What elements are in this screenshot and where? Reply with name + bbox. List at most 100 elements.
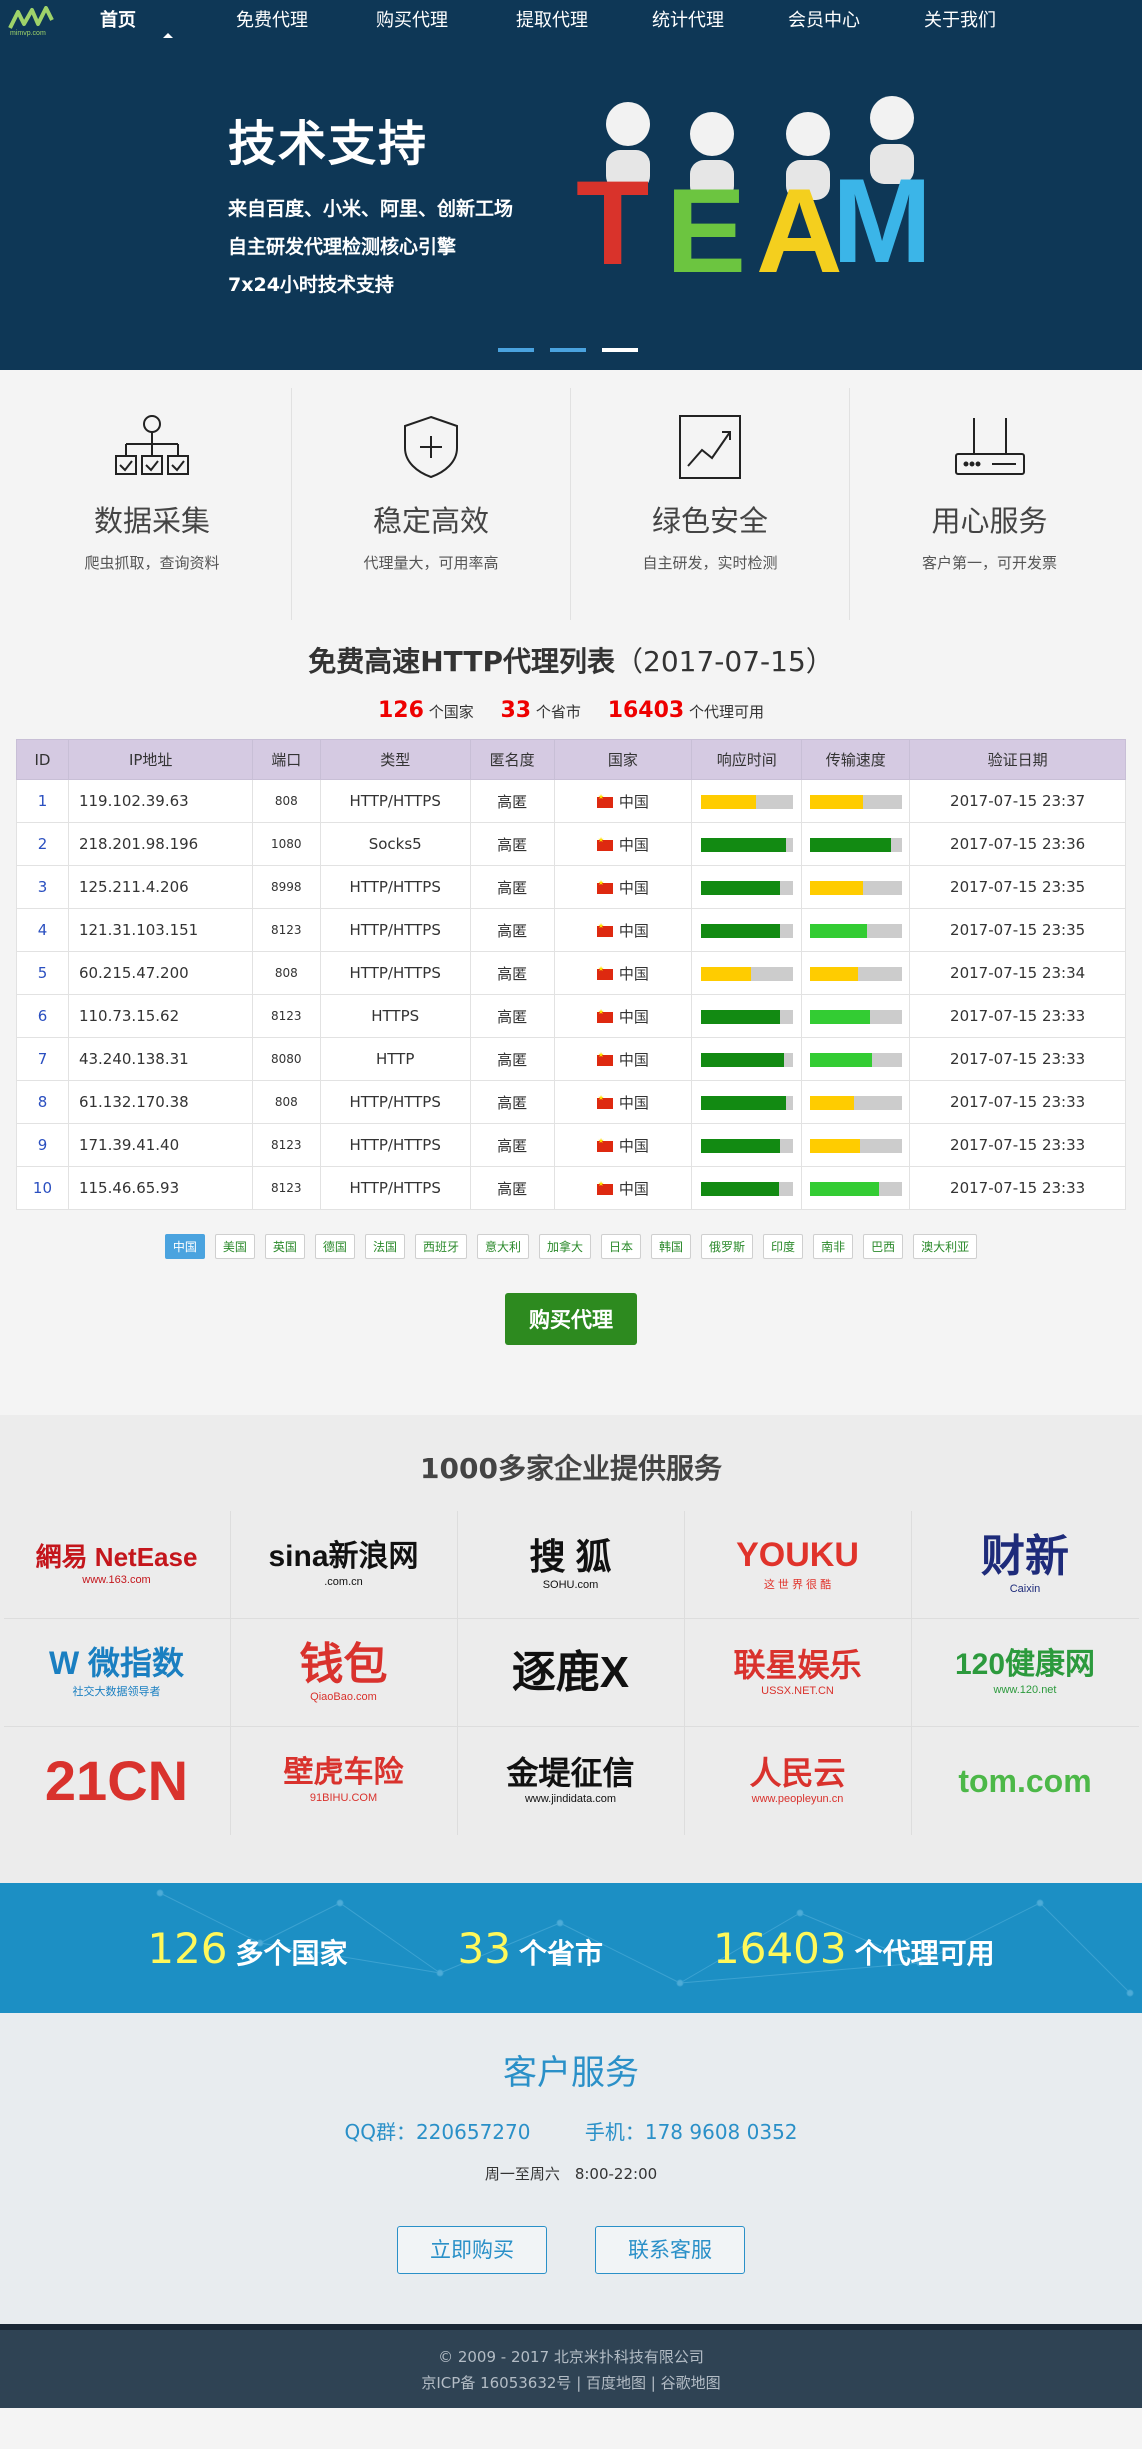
partner-logo[interactable]: 網易 NetEase www.163.com: [3, 1511, 231, 1619]
site-logo[interactable]: mimvp.com: [8, 6, 60, 38]
proxy-list-title: 免费高速HTTP代理列表（2017-07-15）: [0, 640, 1142, 680]
table-row[interactable]: 3125.211.4.2068998HTTP/HTTPS高匿 中国 2017-07-…: [16, 865, 1126, 909]
table-header-cell[interactable]: 国家: [553, 739, 693, 780]
phone-number[interactable]: 手机：178 9608 0352: [585, 2120, 798, 2144]
nav-item[interactable]: 统计代理: [652, 0, 788, 44]
partner-logo[interactable]: 21CN: [3, 1727, 231, 1835]
buy-now-button[interactable]: 立即购买: [397, 2226, 547, 2274]
team-letter-m: M: [832, 154, 932, 286]
buy-proxy-button[interactable]: 购买代理: [505, 1293, 637, 1345]
qq-group-link[interactable]: QQ群：220657270: [344, 2120, 530, 2144]
partner-logo-name: YOUKU: [736, 1535, 859, 1574]
table-header-cell[interactable]: IP地址: [67, 739, 253, 780]
footer: © 2009 - 2017 北京米扑科技有限公司 京ICP备 16053632号…: [0, 2324, 1142, 2408]
table-header-cell[interactable]: 端口: [251, 739, 321, 780]
row-id: 5: [16, 951, 69, 995]
row-country: 中国: [553, 1037, 693, 1081]
table-row[interactable]: 743.240.138.318080HTTP高匿 中国 2017-07-15 23:…: [16, 1037, 1126, 1081]
partner-logo-sub: SOHU.com: [542, 1578, 599, 1591]
partner-logo[interactable]: 钱包 QiaoBao.com: [230, 1619, 458, 1727]
table-row[interactable]: 560.215.47.200808HTTP/HTTPS高匿 中国 2017-07-1…: [16, 951, 1126, 995]
table-row[interactable]: 1119.102.39.63808HTTP/HTTPS高匿 中国 2017-07-1…: [16, 779, 1126, 823]
row-response-time-bar-fill: [700, 880, 780, 895]
partner-logo-name: 搜 狐: [529, 1535, 612, 1577]
row-type: HTTP/HTTPS: [319, 865, 471, 909]
country-tag[interactable]: 澳大利亚: [913, 1234, 978, 1259]
nav-item[interactable]: 免费代理: [236, 0, 376, 44]
table-row[interactable]: 10115.46.65.938123HTTP/HTTPS高匿 中国 2017-07-…: [16, 1166, 1126, 1210]
partner-logo[interactable]: tom.com: [911, 1727, 1139, 1835]
feature-desc: 自主研发，实时检测: [642, 554, 778, 572]
country-tag[interactable]: 西班牙: [414, 1234, 467, 1259]
table-header-cell[interactable]: ID: [16, 739, 69, 780]
partner-logo-sub: 91BIHU.COM: [309, 1792, 378, 1804]
row-transfer-speed: [801, 1166, 911, 1210]
row-country: 中国: [553, 822, 693, 866]
partner-logo-sub: .com.cn: [324, 1575, 363, 1588]
row-anonymity: 高匿: [469, 951, 555, 995]
country-tag[interactable]: 印度: [763, 1234, 804, 1259]
country-tag[interactable]: 韩国: [651, 1234, 692, 1259]
country-tag[interactable]: 德国: [314, 1234, 355, 1259]
table-row[interactable]: 4121.31.103.1518123HTTP/HTTPS高匿 中国 2017-07…: [16, 908, 1126, 952]
table-header-cell[interactable]: 响应时间: [691, 739, 803, 780]
country-tag[interactable]: 俄罗斯: [701, 1234, 754, 1259]
feature-desc: 爬虫抓取，查询资料: [84, 554, 220, 572]
partner-logo[interactable]: 联星娱乐 USSX.NET.CN: [684, 1619, 912, 1727]
row-port: 1080: [251, 822, 321, 866]
nav-item[interactable]: 首页: [100, 0, 236, 44]
contact-support-button[interactable]: 联系客服: [595, 2226, 745, 2274]
china-flag-icon: [596, 793, 613, 808]
nav-item[interactable]: 会员中心: [788, 0, 924, 44]
carousel-dot-2[interactable]: [550, 348, 586, 352]
row-transfer-speed: [801, 951, 911, 995]
partner-logo-sub: 这 世 界 很 酷: [763, 1578, 832, 1591]
country-tag[interactable]: 英国: [264, 1234, 305, 1259]
row-anonymity: 高匿: [469, 1123, 555, 1167]
country-tag[interactable]: 南非: [813, 1234, 854, 1259]
carousel-dot-1[interactable]: [498, 348, 534, 352]
nav-item[interactable]: 关于我们: [924, 0, 1060, 44]
table-row[interactable]: 861.132.170.38808HTTP/HTTPS高匿 中国 2017-07-1…: [16, 1080, 1126, 1124]
partner-logo[interactable]: 壁虎车险 91BIHU.COM: [230, 1727, 458, 1835]
table-header-cell[interactable]: 验证日期: [909, 739, 1126, 780]
row-id: 9: [16, 1123, 69, 1167]
nav-item[interactable]: 购买代理: [376, 0, 516, 44]
country-tag[interactable]: 加拿大: [538, 1234, 591, 1259]
carousel-dot-3[interactable]: [602, 348, 638, 352]
partner-logo[interactable]: 搜 狐 SOHU.com: [457, 1511, 685, 1619]
row-transfer-speed-bar: [809, 923, 902, 938]
partner-logo[interactable]: 财新 Caixin: [911, 1511, 1139, 1619]
router-icon: [954, 418, 1025, 475]
row-response-time-bar-fill: [700, 1181, 779, 1196]
footer-icp-links[interactable]: 京ICP备 16053632号 | 百度地图 | 谷歌地图: [0, 2370, 1142, 2396]
partner-logo[interactable]: YOUKU 这 世 界 很 酷: [684, 1511, 912, 1619]
country-tag[interactable]: 日本: [601, 1234, 642, 1259]
row-response-time-bar-fill: [700, 794, 756, 809]
proxy-stats: 126 个国家 33 个省市 16403 个代理可用: [0, 698, 1142, 723]
partner-logo[interactable]: sina新浪网 .com.cn: [230, 1511, 458, 1619]
row-transfer-speed-bar-fill: [809, 880, 864, 895]
partner-logo-name: 逐鹿X: [511, 1647, 630, 1697]
china-flag-icon: [596, 965, 613, 980]
table-row[interactable]: 2218.201.98.1961080Socks5高匿 中国 2017-07-15 …: [16, 822, 1126, 866]
table-header-cell[interactable]: 匿名度: [469, 739, 555, 780]
country-tag[interactable]: 美国: [214, 1234, 255, 1259]
row-response-time-bar: [700, 1052, 793, 1067]
partner-logo[interactable]: 人民云 www.peopleyun.cn: [684, 1727, 912, 1835]
country-tag[interactable]: 中国: [164, 1234, 205, 1259]
table-header-cell[interactable]: 类型: [319, 739, 471, 780]
country-tag[interactable]: 法国: [364, 1234, 405, 1259]
partner-logo[interactable]: 逐鹿X: [457, 1619, 685, 1727]
partner-logo[interactable]: 金堤征信 www.jindidata.com: [457, 1727, 685, 1835]
country-name: 中国: [618, 964, 649, 983]
table-header-cell[interactable]: 传输速度: [801, 739, 911, 780]
row-response-time: [691, 951, 803, 995]
partner-logo[interactable]: W 微指数 社交大数据领导者: [3, 1619, 231, 1727]
nav-item[interactable]: 提取代理: [516, 0, 652, 44]
table-row[interactable]: 6110.73.15.628123HTTPS高匿 中国 2017-07-15 23:…: [16, 994, 1126, 1038]
table-row[interactable]: 9171.39.41.408123HTTP/HTTPS高匿 中国 2017-07-1…: [16, 1123, 1126, 1167]
country-tag[interactable]: 巴西: [863, 1234, 904, 1259]
partner-logo[interactable]: 120健康网 www.120.net: [911, 1619, 1139, 1727]
country-tag[interactable]: 意大利: [476, 1234, 529, 1259]
